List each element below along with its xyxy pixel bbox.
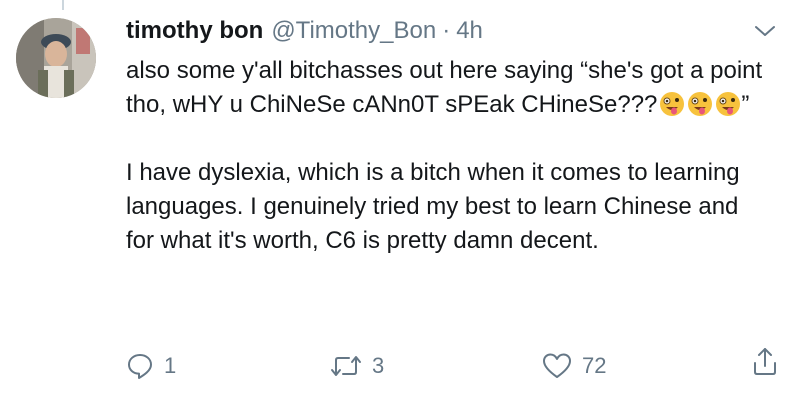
tweet-text: also some y'all bitchasses out here sayi… bbox=[126, 54, 766, 122]
emoji-group bbox=[659, 91, 741, 117]
share-icon bbox=[754, 348, 776, 375]
tweet: timothy bon @Timothy_Bon · 4h also some … bbox=[126, 14, 784, 258]
tweet-text-close-quote: ” bbox=[741, 91, 750, 118]
retweet-button[interactable]: 3 bbox=[330, 346, 384, 386]
zany-face-icon bbox=[716, 92, 741, 116]
like-button[interactable]: 72 bbox=[542, 346, 606, 386]
zany-face-icon bbox=[660, 92, 685, 116]
retweet-count: 3 bbox=[372, 353, 385, 378]
heart-icon bbox=[543, 353, 571, 378]
chevron-down-icon[interactable] bbox=[754, 24, 776, 38]
tweet-actions: 1 3 72 bbox=[126, 346, 786, 386]
timestamp[interactable]: 4h bbox=[456, 14, 483, 48]
display-name[interactable]: timothy bon bbox=[126, 14, 263, 48]
retweet-icon bbox=[331, 356, 361, 376]
thread-connector-line bbox=[62, 0, 64, 10]
share-button[interactable] bbox=[752, 346, 778, 376]
reply-count: 1 bbox=[164, 353, 177, 378]
tweet-text-paragraph-2: I have dyslexia, which is a bitch when i… bbox=[126, 159, 740, 254]
reply-button[interactable]: 1 bbox=[126, 346, 176, 386]
avatar-photo bbox=[16, 18, 96, 98]
reply-icon bbox=[128, 354, 152, 379]
like-count: 72 bbox=[582, 353, 607, 378]
separator-dot: · bbox=[442, 17, 451, 44]
handle[interactable]: @Timothy_Bon bbox=[271, 14, 436, 48]
zany-face-icon bbox=[688, 92, 713, 116]
avatar[interactable] bbox=[16, 18, 96, 98]
tweet-header: timothy bon @Timothy_Bon · 4h bbox=[126, 14, 784, 48]
